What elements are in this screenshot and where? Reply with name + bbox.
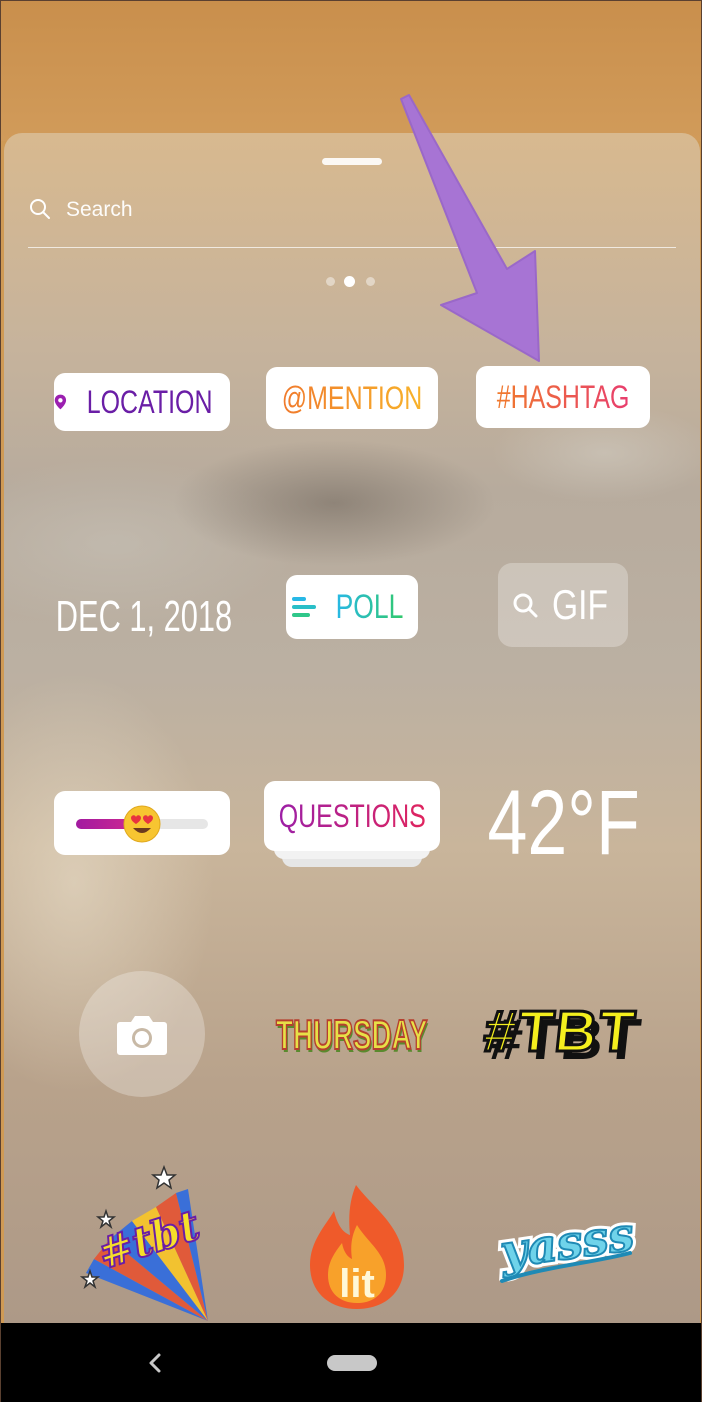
selfie-camera-sticker[interactable] bbox=[79, 971, 205, 1097]
drag-handle[interactable] bbox=[322, 158, 382, 165]
location-pin-icon bbox=[54, 394, 67, 410]
lit-sticker[interactable]: lit bbox=[304, 1181, 410, 1311]
day-sticker[interactable]: THURSDAY bbox=[262, 1003, 442, 1067]
temperature-label: 42°F bbox=[487, 771, 641, 874]
date-label: DEC 1, 2018 bbox=[55, 592, 233, 641]
poll-lines-icon bbox=[291, 597, 316, 617]
yass-art: yasss yasss bbox=[492, 1203, 641, 1283]
heart-eyes-emoji-icon bbox=[123, 805, 161, 843]
app-screen: LOCATION @MENTION #HASHTAG DEC 1, 2018 P… bbox=[0, 0, 702, 1402]
tbt-label: #TBT bbox=[482, 999, 638, 1064]
poll-sticker[interactable]: POLL bbox=[286, 575, 418, 639]
questions-card: QUESTIONS bbox=[264, 781, 440, 851]
gif-sticker[interactable]: GIF bbox=[498, 563, 628, 647]
page-indicator bbox=[326, 275, 386, 287]
search-bar[interactable] bbox=[28, 191, 676, 248]
page-dot bbox=[366, 277, 375, 286]
location-sticker[interactable]: LOCATION bbox=[54, 373, 230, 431]
location-label: LOCATION bbox=[86, 383, 213, 420]
yass-label: yasss bbox=[496, 1207, 637, 1279]
page-dot-active bbox=[344, 276, 355, 287]
hashtag-label: #HASHTAG bbox=[496, 378, 630, 415]
back-icon[interactable] bbox=[141, 1347, 169, 1379]
lit-flame-art: lit bbox=[310, 1185, 404, 1309]
day-label: THURSDAY bbox=[276, 1010, 429, 1059]
mention-label: @MENTION bbox=[281, 379, 423, 416]
camera-icon bbox=[117, 1016, 167, 1055]
date-sticker[interactable]: DEC 1, 2018 bbox=[44, 585, 244, 649]
questions-label: QUESTIONS bbox=[278, 797, 426, 834]
sticker-tray: LOCATION @MENTION #HASHTAG DEC 1, 2018 P… bbox=[4, 133, 700, 1323]
mention-sticker[interactable]: @MENTION bbox=[266, 367, 438, 429]
lit-label: lit bbox=[339, 1262, 375, 1306]
poll-label: POLL bbox=[335, 587, 403, 626]
tbt-burst-sticker[interactable]: #tbt bbox=[76, 1163, 216, 1323]
questions-sticker[interactable]: QUESTIONS bbox=[264, 781, 440, 869]
tbt-burst-art: #tbt bbox=[79, 1164, 208, 1321]
temperature-sticker[interactable]: 42°F bbox=[474, 771, 654, 874]
page-dot bbox=[326, 277, 335, 286]
system-nav-bar bbox=[1, 1323, 701, 1402]
annotation-arrow bbox=[400, 94, 540, 362]
gif-label: GIF bbox=[552, 581, 608, 628]
search-icon bbox=[30, 199, 50, 219]
search-icon bbox=[513, 593, 538, 618]
emoji-slider-sticker[interactable] bbox=[54, 791, 230, 855]
tbt-sticker[interactable]: #TBT #TBT bbox=[479, 995, 648, 1075]
hashtag-sticker[interactable]: #HASHTAG bbox=[476, 366, 650, 428]
yass-sticker[interactable]: yasss yasss bbox=[492, 1193, 641, 1293]
tbt-art: #TBT #TBT bbox=[479, 998, 643, 1072]
home-button[interactable] bbox=[327, 1355, 377, 1371]
story-background-top bbox=[1, 1, 701, 141]
